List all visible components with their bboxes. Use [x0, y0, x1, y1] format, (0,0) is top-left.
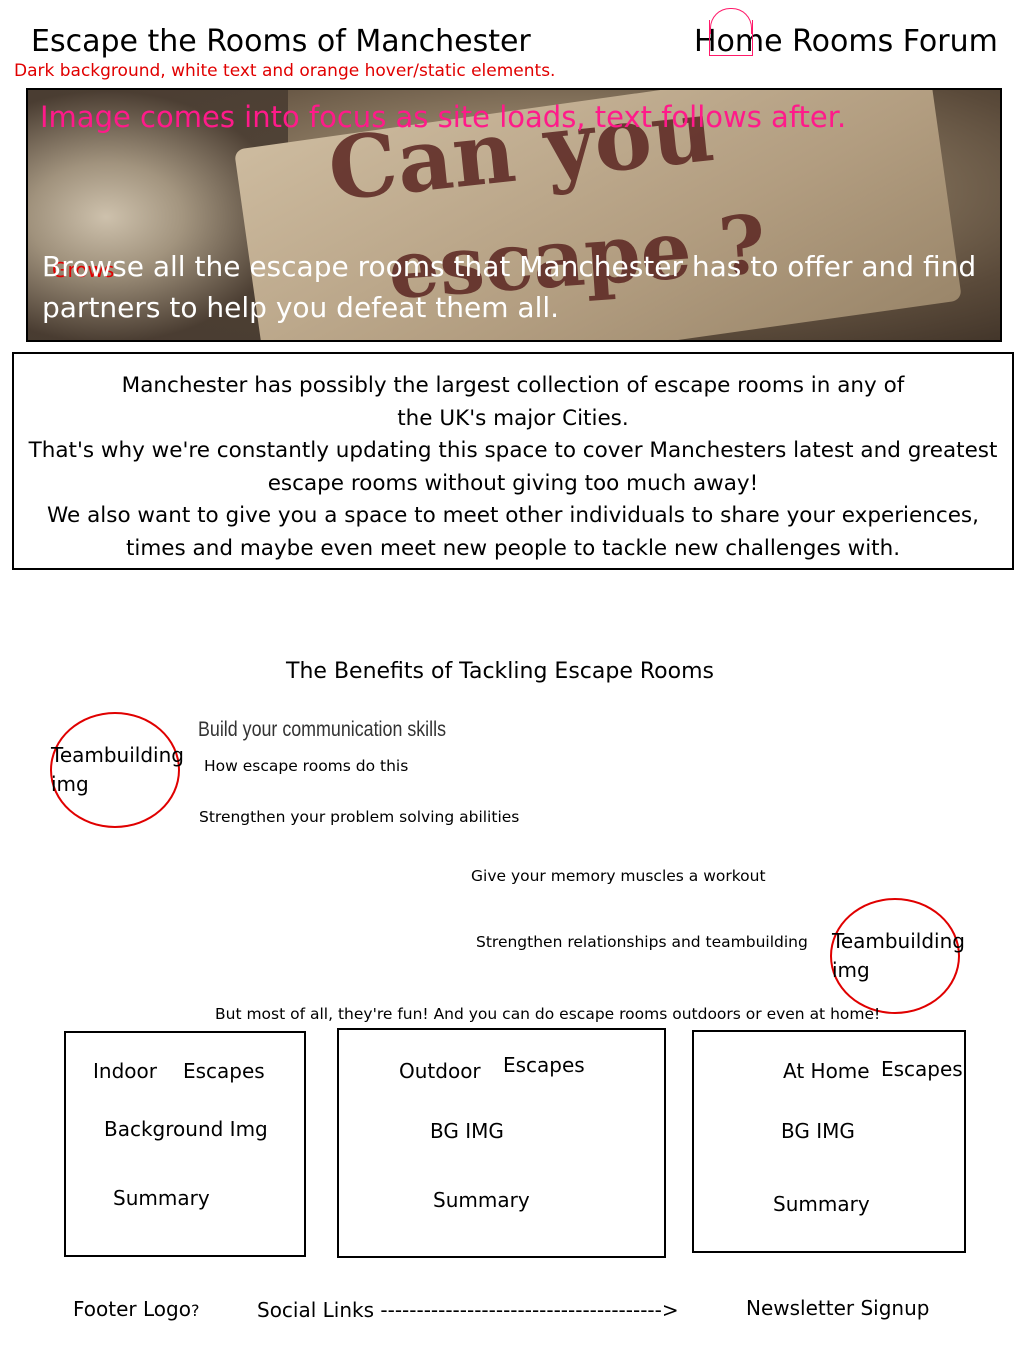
- site-title: Escape the Rooms of Manchester: [31, 24, 531, 59]
- category-suffix: Escapes: [881, 1057, 963, 1081]
- nav-rooms[interactable]: Rooms: [792, 24, 893, 59]
- intro-line: We also want to give you a space to meet…: [47, 503, 979, 528]
- benefits-title: The Benefits of Tackling Escape Rooms: [286, 659, 714, 684]
- category-name: Outdoor: [399, 1059, 481, 1083]
- hero-banner: Can you escape ? Image comes into focus …: [26, 88, 1002, 342]
- benefit-item-memory: Give your memory muscles a workout: [471, 867, 766, 885]
- newsletter-signup[interactable]: Newsletter Signup: [746, 1296, 929, 1320]
- category-summary: Summary: [113, 1186, 210, 1210]
- benefit-item-problem-solving: Strengthen your problem solving abilitie…: [199, 808, 520, 826]
- category-bg-label: BG IMG: [781, 1119, 855, 1143]
- category-name: At Home: [783, 1059, 870, 1083]
- footer-logo-label: Footer Logo: [73, 1297, 191, 1321]
- intro-line: times and maybe even meet new people to …: [125, 535, 901, 561]
- teambuilding-img-label-2: Teambuilding img: [832, 929, 965, 982]
- category-summary: Summary: [773, 1192, 870, 1216]
- design-note: Dark background, white text and orange h…: [14, 61, 556, 81]
- intro-line: escape rooms without giving too much awa…: [267, 470, 759, 496]
- nav-hover-indicator: [709, 20, 753, 56]
- benefit-item-relationships: Strengthen relationships and teambuildin…: [476, 933, 808, 951]
- intro-line: That's why we're constantly updating thi…: [28, 438, 998, 463]
- category-suffix: Escapes: [503, 1053, 585, 1077]
- intro-box: Manchester has possibly the largest coll…: [12, 352, 1014, 570]
- footer-logo-question: ?: [190, 1301, 200, 1320]
- category-bg-label: Background Img: [104, 1117, 268, 1141]
- hero-caption-note: Image comes into focus as site loads, te…: [40, 100, 847, 134]
- benefits-closing: But most of all, they're fun! And you ca…: [215, 1005, 881, 1023]
- intro-line: the UK's major Cities.: [397, 405, 629, 431]
- intro-line: Manchester has possibly the largest coll…: [121, 373, 905, 398]
- teambuilding-img-label-1: Teambuilding img: [51, 743, 184, 796]
- category-summary: Summary: [433, 1188, 530, 1212]
- benefit-heading: Build your communication skills: [198, 718, 447, 741]
- category-bg-label: BG IMG: [430, 1119, 504, 1143]
- social-links[interactable]: Social Links ---------------------------…: [257, 1298, 679, 1322]
- benefit-sub: How escape rooms do this: [204, 757, 409, 775]
- category-name: Indoor: [93, 1059, 157, 1083]
- category-card-outdoor[interactable]: [337, 1028, 666, 1258]
- nav-forum[interactable]: Forum: [903, 24, 998, 59]
- hero-text: Browse all the escape rooms that Manches…: [42, 250, 977, 324]
- category-suffix: Escapes: [183, 1059, 265, 1083]
- footer-logo[interactable]: Footer Logo?: [73, 1297, 199, 1321]
